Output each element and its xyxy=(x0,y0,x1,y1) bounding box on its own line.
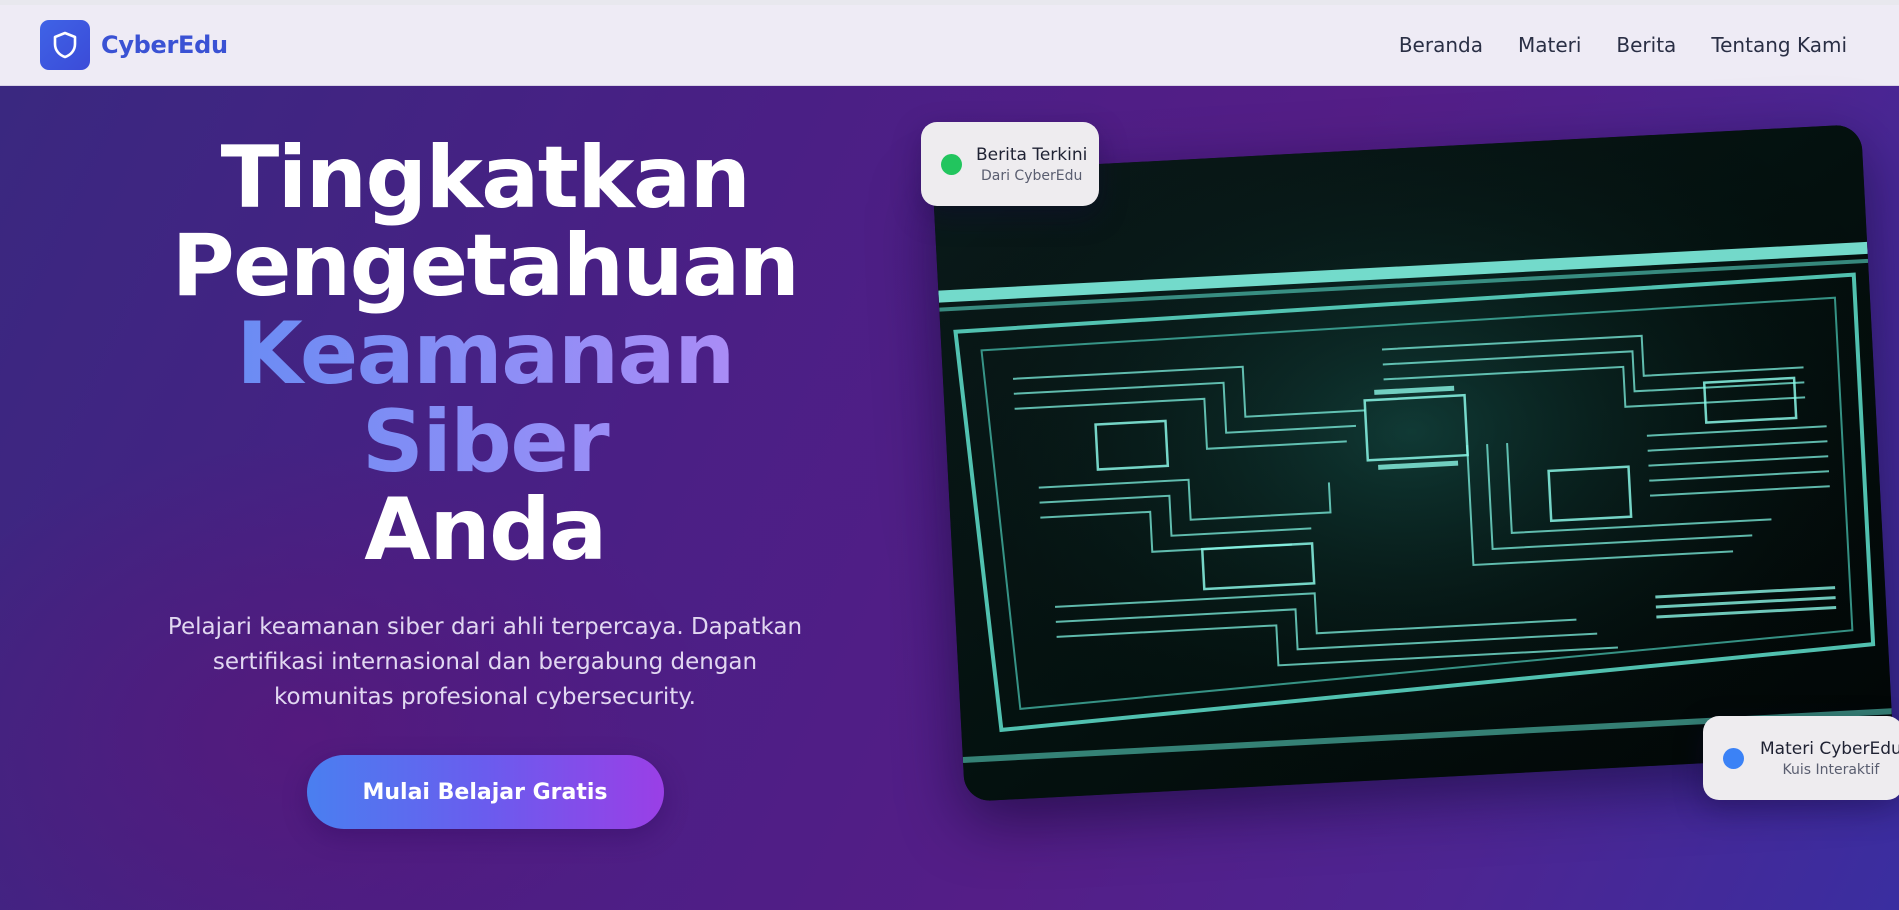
news-badge-subtitle: Dari CyberEdu xyxy=(980,167,1083,184)
circuit-board-illustration xyxy=(932,124,1894,802)
shield-icon xyxy=(53,31,77,59)
material-badge-subtitle: Kuis Interaktif xyxy=(1782,761,1880,778)
news-badge[interactable]: Berita Terkini Dari CyberEdu xyxy=(921,122,1099,206)
brand-home-link[interactable]: CyberEdu xyxy=(40,20,228,70)
hero-image-circuit-board xyxy=(932,124,1894,802)
material-badge[interactable]: Materi CyberEdu Kuis Interaktif xyxy=(1703,716,1899,800)
hero-title: Tingkatkan Pengetahuan Keamanan Siber An… xyxy=(115,134,855,574)
hero-title-line-2: Pengetahuan xyxy=(171,216,800,316)
nav-link-materi[interactable]: Materi xyxy=(1518,33,1581,57)
hero-section: Tingkatkan Pengetahuan Keamanan Siber An… xyxy=(0,86,1899,910)
nav-link-berita[interactable]: Berita xyxy=(1616,33,1676,57)
status-dot-green xyxy=(941,153,962,175)
hero-content: Tingkatkan Pengetahuan Keamanan Siber An… xyxy=(115,134,855,829)
status-dot-blue xyxy=(1723,747,1744,769)
brand-logo xyxy=(40,20,90,70)
main-nav: Beranda Materi Berita Tentang Kami xyxy=(1399,33,1847,57)
material-badge-title: Materi CyberEdu xyxy=(1760,738,1899,759)
hero-title-line-1: Tingkatkan xyxy=(220,128,751,228)
material-badge-text: Materi CyberEdu Kuis Interaktif xyxy=(1760,739,1899,778)
start-learning-button[interactable]: Mulai Belajar Gratis xyxy=(306,755,664,829)
hero-title-line-4: Anda xyxy=(364,480,607,580)
navbar: CyberEdu Beranda Materi Berita Tentang K… xyxy=(0,5,1899,86)
hero-title-highlight: Keamanan Siber xyxy=(115,310,855,486)
brand-name: CyberEdu xyxy=(101,31,228,59)
nav-link-beranda[interactable]: Beranda xyxy=(1399,33,1483,57)
news-badge-title: Berita Terkini xyxy=(976,144,1088,165)
hero-subtitle: Pelajari keamanan siber dari ahli terper… xyxy=(167,614,803,710)
news-badge-text: Berita Terkini Dari CyberEdu xyxy=(976,145,1087,184)
nav-link-tentang-kami[interactable]: Tentang Kami xyxy=(1711,33,1847,57)
